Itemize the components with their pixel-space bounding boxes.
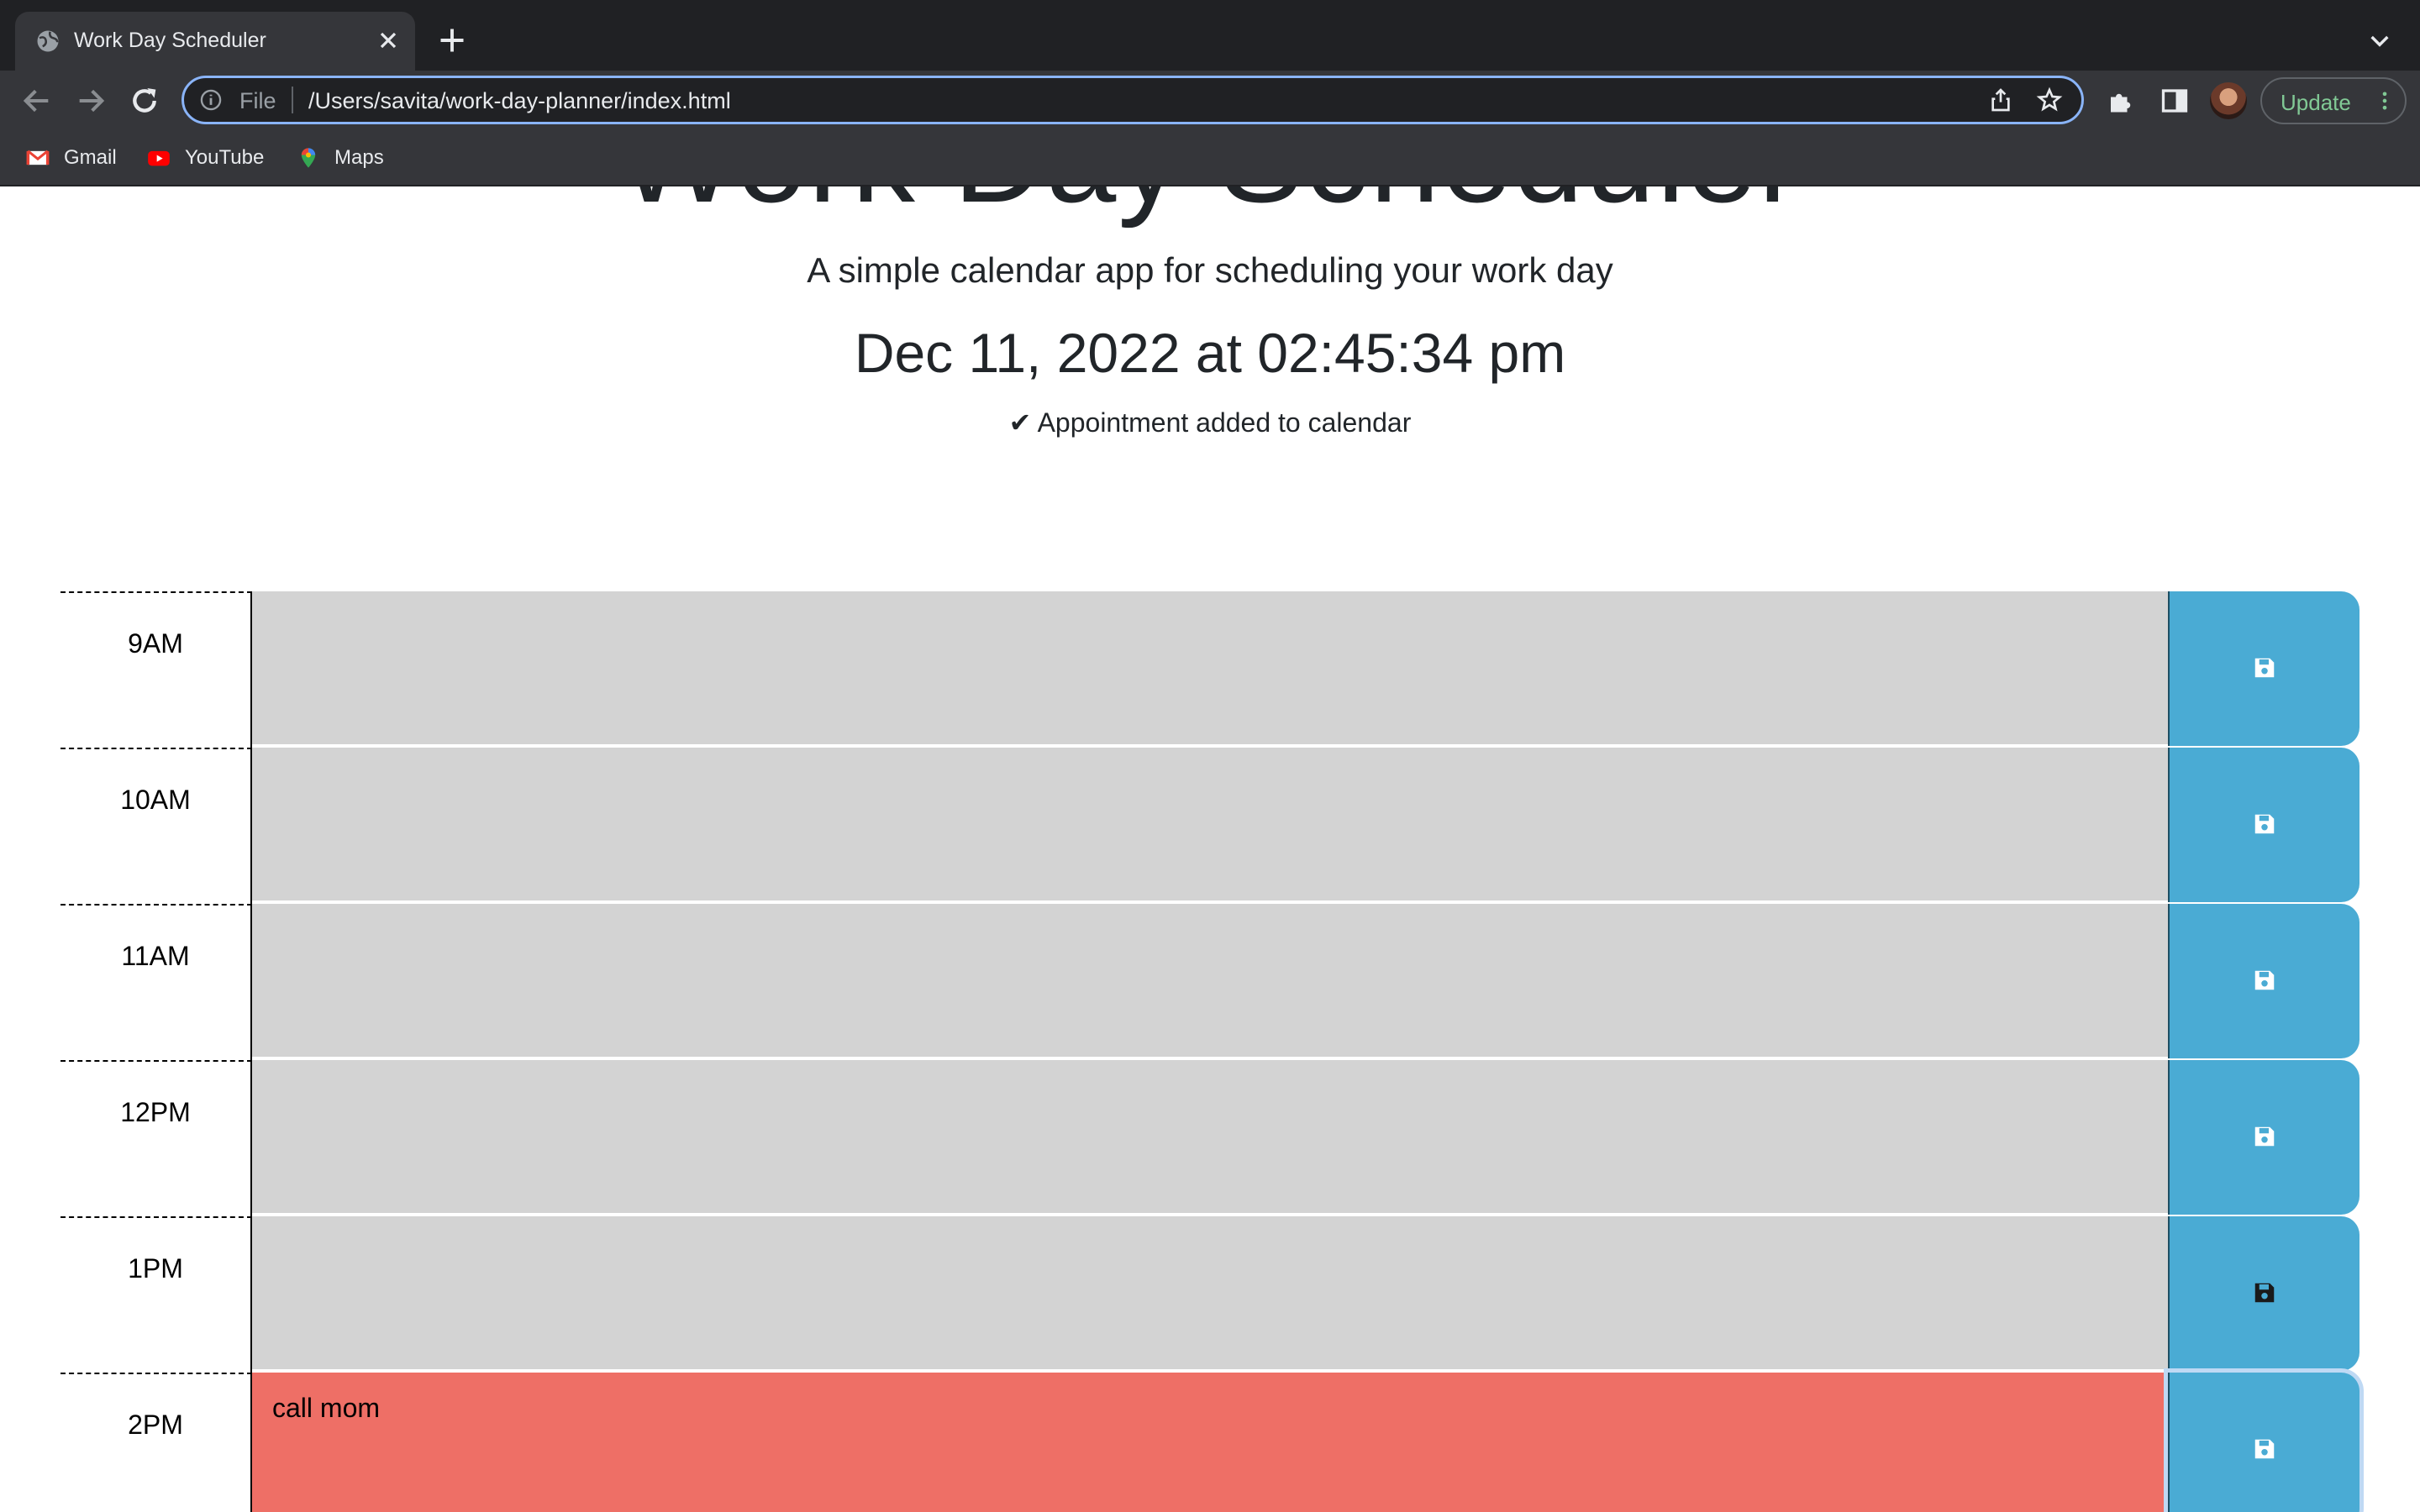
info-icon[interactable] <box>199 88 223 112</box>
bookmark-star-icon[interactable] <box>2036 87 2063 113</box>
hour-cell: 11AM <box>60 904 252 1060</box>
side-panel-icon[interactable] <box>2160 86 2190 116</box>
more-vertical-icon[interactable] <box>2373 89 2396 113</box>
forward-arrow-icon[interactable] <box>74 84 108 118</box>
hour-cell: 10AM <box>60 748 252 904</box>
hour-label: 10AM <box>120 785 191 815</box>
current-day: Dec 11, 2022 at 02:45:34 pm <box>854 322 1566 384</box>
bookmark-label: Gmail <box>64 146 117 169</box>
reload-icon[interactable] <box>128 84 161 118</box>
floppy-disk-icon <box>2254 1126 2275 1147</box>
profile-avatar[interactable] <box>2210 82 2247 119</box>
save-button[interactable] <box>2168 1216 2360 1371</box>
hour-label: 12PM <box>120 1097 191 1127</box>
address-bar[interactable]: File /Users/savita/work-day-planner/inde… <box>182 76 2084 124</box>
bookmark-label: Maps <box>334 146 384 169</box>
page-subtitle: A simple calendar app for scheduling you… <box>807 250 1613 290</box>
new-tab-icon[interactable] <box>437 25 467 55</box>
save-button[interactable] <box>2168 748 2360 902</box>
url-scheme-label: File <box>239 88 276 113</box>
description-textarea[interactable] <box>252 1060 2168 1215</box>
floppy-disk-icon <box>2254 658 2275 678</box>
floppy-disk-icon <box>2254 814 2275 834</box>
timeblock-row: 2PM call mom <box>60 1373 2360 1512</box>
floppy-disk-icon <box>2254 970 2275 990</box>
hour-cell: 1PM <box>60 1216 252 1373</box>
youtube-icon <box>148 150 170 166</box>
description-textarea[interactable]: call mom <box>252 1373 2168 1512</box>
tab-strip: Work Day Scheduler <box>0 0 2420 71</box>
chevron-down-icon[interactable] <box>2366 27 2393 54</box>
timeblock-row: 12PM <box>60 1060 2360 1216</box>
timeblock-row: 10AM <box>60 748 2360 904</box>
hour-label: 9AM <box>128 628 183 659</box>
maps-icon <box>301 148 316 168</box>
active-tab[interactable]: Work Day Scheduler <box>15 12 415 71</box>
save-button[interactable] <box>2168 591 2360 746</box>
description-textarea[interactable] <box>252 904 2168 1058</box>
divider <box>292 87 293 113</box>
description-textarea[interactable] <box>252 748 2168 902</box>
timeblock-row: 1PM <box>60 1216 2360 1373</box>
share-icon[interactable] <box>1987 87 2014 113</box>
hour-cell: 2PM <box>60 1373 252 1512</box>
floppy-disk-icon <box>2254 1439 2275 1459</box>
hour-label: 11AM <box>121 941 190 971</box>
hour-label: 2PM <box>128 1410 183 1440</box>
timeblock-row: 11AM <box>60 904 2360 1060</box>
extensions-puzzle-icon[interactable] <box>2106 86 2136 116</box>
gmail-icon <box>26 150 50 165</box>
save-notice: ✔ Appointment added to calendar <box>1008 407 1412 438</box>
page-viewport[interactable]: Work Day Scheduler A simple calendar app… <box>0 186 2420 1512</box>
hour-label: 1PM <box>128 1253 183 1284</box>
close-icon[interactable] <box>375 27 402 54</box>
floppy-disk-icon <box>2254 1283 2275 1303</box>
hour-cell: 12PM <box>60 1060 252 1216</box>
description-textarea[interactable] <box>252 1216 2168 1371</box>
tab-title: Work Day Scheduler <box>74 29 266 52</box>
update-label: Update <box>2281 90 2351 115</box>
url-text[interactable]: /Users/savita/work-day-planner/index.htm… <box>308 88 731 114</box>
save-button[interactable] <box>2168 1060 2360 1215</box>
back-arrow-icon[interactable] <box>20 84 54 118</box>
page-title: Work Day Scheduler <box>0 186 2420 231</box>
hour-cell: 9AM <box>60 591 252 748</box>
update-button[interactable]: Update <box>2260 77 2407 124</box>
description-textarea[interactable] <box>252 591 2168 746</box>
timeblock-row: 9AM <box>60 591 2360 748</box>
globe-icon <box>37 30 59 52</box>
save-button[interactable] <box>2168 904 2360 1058</box>
save-button[interactable] <box>2168 1373 2360 1512</box>
bookmark-label: YouTube <box>185 146 265 169</box>
